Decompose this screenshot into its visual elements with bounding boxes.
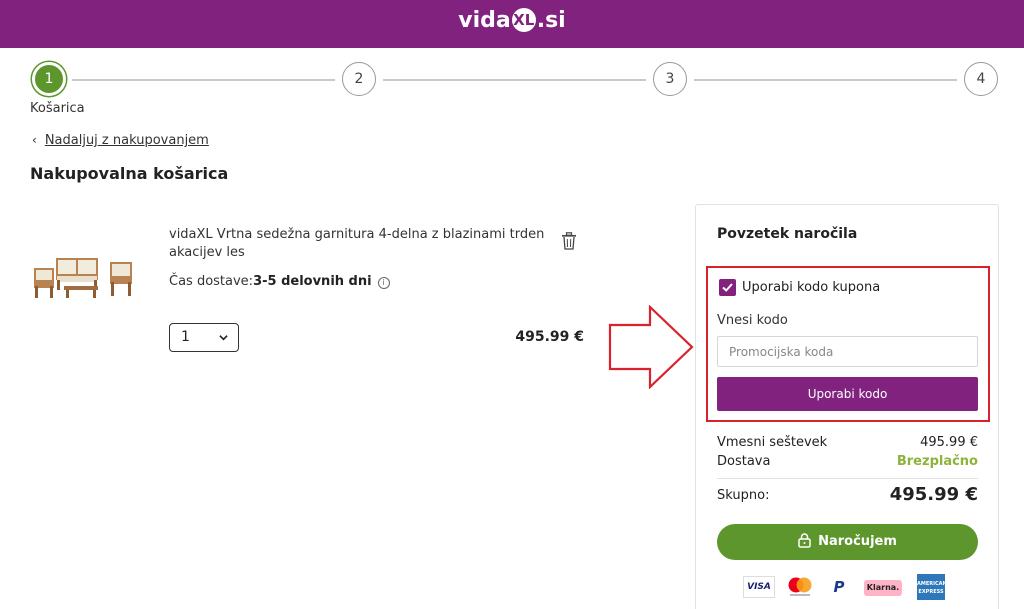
stepper-line bbox=[383, 79, 646, 81]
total-label: Skupno: bbox=[717, 488, 770, 503]
stepper-line bbox=[72, 79, 335, 81]
check-icon bbox=[722, 283, 733, 292]
site-header: vida XL .si bbox=[0, 0, 1024, 48]
product-price: 495.99 € bbox=[515, 329, 584, 345]
step-2: 2 bbox=[342, 62, 376, 96]
continue-shopping-link[interactable]: ‹ Nadaljuj z nakupovanjem bbox=[32, 133, 209, 148]
amex-icon: AMERICAN EXPRESS bbox=[917, 574, 947, 600]
apply-code-button[interactable]: Uporabi kodo bbox=[717, 377, 978, 411]
trash-icon[interactable] bbox=[561, 232, 577, 250]
delivery-label: Čas dostave: bbox=[169, 274, 254, 289]
summary-divider bbox=[717, 478, 978, 479]
klarna-icon: Klarna. bbox=[864, 580, 902, 596]
amex-line2: EXPRESS bbox=[918, 589, 944, 595]
shipping-value: Brezplačno bbox=[896, 454, 978, 469]
quantity-value: 1 bbox=[181, 329, 190, 345]
stepper-line bbox=[694, 79, 957, 81]
total-value: 495.99 € bbox=[889, 484, 978, 505]
paypal-icon: P bbox=[833, 578, 845, 596]
checkout-stepper: 1 2 3 4 bbox=[30, 62, 1000, 96]
mastercard-icon bbox=[788, 577, 812, 596]
delivery-value: 3-5 delovnih dni bbox=[253, 274, 372, 289]
shipping-label: Dostava bbox=[717, 454, 771, 469]
visa-icon: VISA bbox=[743, 576, 775, 598]
info-icon[interactable]: i bbox=[377, 277, 390, 289]
page-title: Nakupovalna košarica bbox=[30, 164, 229, 183]
step-1-label: Košarica bbox=[30, 101, 85, 116]
vidaxl-logo[interactable]: vida XL .si bbox=[0, 8, 1024, 33]
logo-domain: .si bbox=[536, 8, 566, 33]
shipping-row: Dostava Brezplačno bbox=[717, 454, 978, 469]
logo-mark: XL bbox=[511, 8, 536, 32]
subtotal-value: 495.99 € bbox=[920, 435, 978, 450]
order-summary-title: Povzetek naročila bbox=[717, 226, 858, 242]
subtotal-label: Vmesni seštevek bbox=[717, 435, 828, 450]
quantity-select[interactable]: 1 bbox=[169, 323, 239, 352]
subtotal-row: Vmesni seštevek 495.99 € bbox=[717, 435, 978, 450]
product-image[interactable] bbox=[28, 246, 138, 306]
logo-text: vida bbox=[458, 8, 511, 33]
promo-code-input[interactable] bbox=[717, 336, 978, 367]
product-name[interactable]: vidaXL Vrtna sedežna garnitura 4-delna z… bbox=[169, 226, 549, 262]
continue-shopping-label: Nadaljuj z nakupovanjem bbox=[44, 133, 209, 148]
chevron-left-icon: ‹ bbox=[32, 133, 37, 147]
place-order-label: Naročujem bbox=[818, 534, 897, 549]
code-field-label: Vnesi kodo bbox=[717, 313, 788, 328]
step-4: 4 bbox=[964, 62, 998, 96]
step-1[interactable]: 1 bbox=[32, 62, 66, 96]
use-coupon-label[interactable]: Uporabi kodo kupona bbox=[742, 280, 880, 295]
step-3: 3 bbox=[653, 62, 687, 96]
place-order-button[interactable]: Naročujem bbox=[717, 524, 978, 560]
amex-line1: AMERICAN bbox=[917, 581, 947, 587]
lock-icon bbox=[798, 533, 811, 548]
chevron-down-icon bbox=[219, 335, 228, 341]
arrow-right-icon bbox=[608, 305, 694, 389]
delivery-time: Čas dostave:3-5 delovnih dni i bbox=[169, 274, 390, 289]
use-coupon-checkbox[interactable] bbox=[719, 279, 736, 296]
